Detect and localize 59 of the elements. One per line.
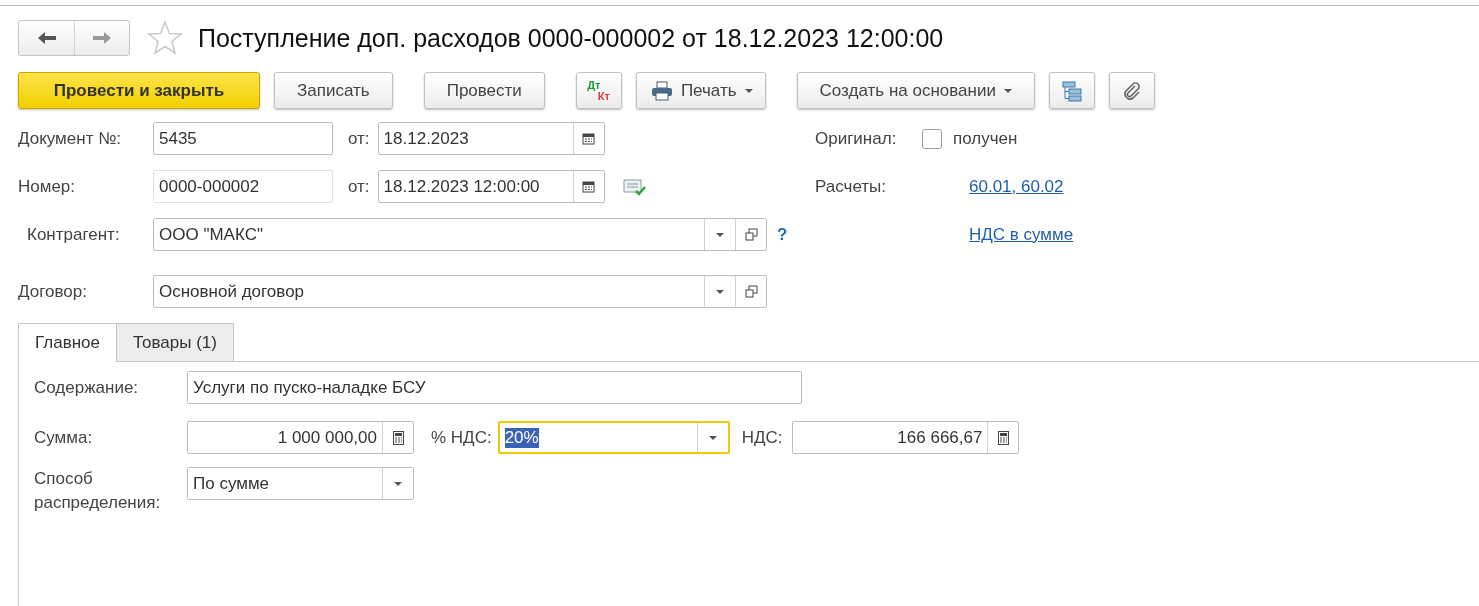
caret-icon [716,289,724,294]
caret-icon [708,435,717,440]
structure-button[interactable] [1048,72,1095,109]
attach-button[interactable] [1108,72,1155,109]
toolbar-button[interactable]: Записать [274,72,393,109]
vat-amount-field[interactable]: 166 666,67 [792,421,1020,454]
accounts-link[interactable]: 60.01, 60.02 [969,176,1064,197]
tab[interactable]: Главное [18,323,117,362]
field-label: Оригинал: [815,128,898,149]
vat-rate-field[interactable]: 20% [497,421,730,454]
forward-arrow-icon [92,31,112,45]
printer-icon [650,80,673,101]
field-label: от: [348,128,370,149]
calendar-icon [582,180,596,193]
field-label: НДС: [741,427,783,448]
checkbox-label: получен [953,128,1018,149]
star-icon[interactable] [147,20,183,56]
field-label: Документ №: [18,128,123,149]
counterparty-field[interactable]: ООО "МАКС" [153,218,767,251]
calculator-icon [997,430,1009,445]
help-link[interactable]: ? [777,224,788,245]
field-label: Содержание: [34,377,140,398]
field-label: Контрагент: [26,224,121,245]
vat-link[interactable]: НДС в сумме [969,224,1074,245]
paperclip-icon [1121,80,1142,101]
field-label: Сумма: [34,427,94,448]
calculator-icon [392,430,404,445]
caret-icon [744,88,753,93]
distribution-field[interactable]: По сумме [187,467,414,500]
field-label: Договор: [18,281,88,302]
debit-credit-button[interactable]: Дт Кт [575,72,622,109]
create-based-on-button[interactable]: Создать на основании [796,72,1035,109]
field-label: Расчеты: [815,176,887,197]
field-label: Номер: [18,176,77,197]
document-number-field[interactable]: 5435 [153,122,333,155]
calendar-icon [582,132,596,145]
field-label: от: [348,176,370,197]
tab[interactable]: Товары (1) [115,323,234,362]
content-field[interactable]: Услуги по пуско-наладке БСУ [187,371,802,404]
document-title: Поступление доп. расходов 0000-000002 от 18.12.2023 12:00:00 [198,23,944,53]
hierarchy-icon [1060,79,1083,102]
document-check-icon[interactable] [622,176,647,197]
caret-icon [1003,88,1012,93]
toolbar-button[interactable]: Провести [423,72,545,109]
open-window-icon [744,228,758,241]
received-checkbox[interactable] [922,128,942,149]
caret-icon [716,232,724,237]
field-label: % НДС: [431,427,492,448]
number-field[interactable]: 0000-000002 [153,170,333,203]
post-and-close-button[interactable]: Провести и закрыть [18,72,260,109]
datetime-field[interactable]: 18.12.2023 12:00:00 [377,170,605,203]
amount-field[interactable]: 1 000 000,00 [187,421,414,454]
open-window-icon [744,285,758,298]
field-label: Способ распределения: [34,468,162,514]
print-button[interactable]: Печать [635,72,766,109]
caret-icon [394,481,402,486]
back-arrow-icon [36,31,57,45]
contract-field[interactable]: Основной договор [153,275,767,308]
date-field[interactable]: 18.12.2023 [377,122,605,155]
